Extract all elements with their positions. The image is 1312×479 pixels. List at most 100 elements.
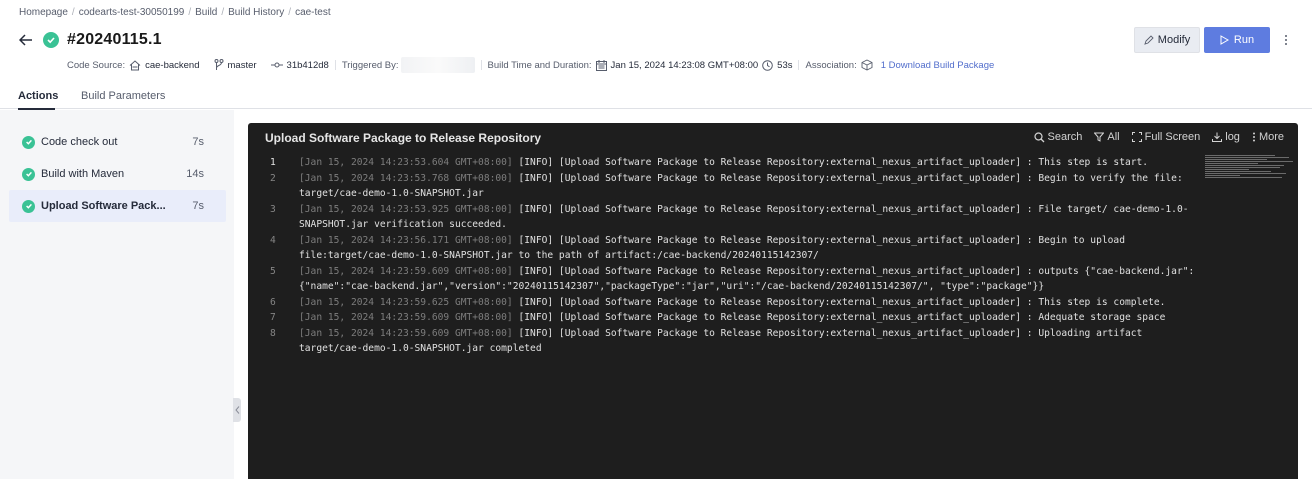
step-name: Upload Software Pack... <box>41 200 166 212</box>
branch-value: master <box>227 59 257 71</box>
tab-build-parameters[interactable]: Build Parameters <box>81 84 165 109</box>
association-label: Association: <box>805 59 857 71</box>
log-line-number: 5 <box>270 265 276 277</box>
breadcrumb-build[interactable]: Build <box>195 7 217 18</box>
play-icon <box>1220 35 1229 45</box>
step-duration: 14s <box>186 168 204 180</box>
success-check-icon <box>22 199 35 213</box>
log-message: [INFO] [Upload Software Package to Relea… <box>512 312 1166 323</box>
search-icon <box>1033 131 1044 142</box>
log-timestamp: [Jan 15, 2024 14:23:59.609 GMT+08:00] <box>299 265 513 277</box>
full-screen-label: Full Screen <box>1144 131 1201 143</box>
tab-actions[interactable]: Actions <box>18 84 58 110</box>
breadcrumb: Homepage / codearts-test-30050199/Build / Bu… <box>19 7 331 18</box>
clock-icon <box>762 59 773 71</box>
log-line: 4 [Jan 15, 2024 14:23:56.171 GMT+08:00] [… <box>266 233 1196 264</box>
log-timestamp: [Jan 15, 2024 14:23:59.609 GMT+08:00] <box>299 312 513 323</box>
more-options-icon[interactable] <box>1278 29 1294 51</box>
step-list: Code check out 7s Build with Maven 14s U… <box>9 126 226 222</box>
log-content: 1 [Jan 15, 2024 14:23:53.604 GMT+08:00] [… <box>266 155 1196 357</box>
run-button-label: Run <box>1233 34 1255 46</box>
step-name: Build with Maven <box>41 168 125 180</box>
log-more-button[interactable]: More <box>1252 131 1284 143</box>
fullscreen-icon <box>1131 132 1142 142</box>
step-code-check-out[interactable]: Code check out 7s <box>9 126 226 158</box>
log-timestamp: [Jan 15, 2024 14:23:53.768 GMT+08:00] <box>299 172 513 184</box>
full-screen-button[interactable]: Full Screen <box>1131 131 1201 143</box>
log-timestamp: [Jan 15, 2024 14:23:53.925 GMT+08:00] <box>299 203 513 215</box>
build-number: #20240115.1 <box>67 31 162 48</box>
repo-home-icon <box>129 59 141 71</box>
filter-label: All <box>1107 131 1120 143</box>
log-filter-button[interactable]: All <box>1094 131 1120 143</box>
log-toolbar: Search All Full Screen log More <box>1033 131 1284 143</box>
breadcrumb-homepage[interactable]: Homepage <box>19 7 68 18</box>
step-duration: 7s <box>192 136 204 148</box>
triggered-by-label: Triggered By: <box>341 59 399 71</box>
log-line: 3 [Jan 15, 2024 14:23:53.925 GMT+08:00] [… <box>266 202 1196 233</box>
log-timestamp: [Jan 15, 2024 14:23:59.625 GMT+08:00] <box>299 296 513 308</box>
success-check-icon <box>22 167 35 181</box>
tab-bar: Actions Build Parameters <box>0 84 1312 110</box>
log-timestamp: [Jan 15, 2024 14:23:56.171 GMT+08:00] <box>299 234 513 246</box>
breadcrumb-build-history[interactable]: Build History <box>228 7 284 18</box>
divider <box>480 60 482 70</box>
log-search-button[interactable]: Search <box>1033 131 1083 143</box>
log-line-number: 6 <box>270 296 276 308</box>
log-title: Upload Software Package to Release Repos… <box>265 131 542 145</box>
commit-value[interactable]: 31b412d8 <box>287 60 329 71</box>
breadcrumb-separator: / <box>188 7 192 18</box>
divider <box>798 60 800 70</box>
log-line: 5 [Jan 15, 2024 14:23:59.609 GMT+08:00] [… <box>266 264 1196 295</box>
breadcrumb-project[interactable]: codearts-test-30050199 <box>79 7 185 18</box>
chevron-left-icon <box>234 406 239 414</box>
log-message: [INFO] [Upload Software Package to Relea… <box>512 157 1149 168</box>
back-arrow-icon[interactable] <box>17 31 35 49</box>
log-timestamp: [Jan 15, 2024 14:23:59.609 GMT+08:00] <box>299 327 513 339</box>
edit-icon <box>1144 35 1154 45</box>
breadcrumb-current: cae-test <box>295 7 331 18</box>
download-icon <box>1212 132 1223 142</box>
log-line-number: 8 <box>270 327 276 339</box>
triggered-by-value <box>400 57 475 73</box>
log-line: 7 [Jan 15, 2024 14:23:59.609 GMT+08:00] [… <box>266 310 1196 326</box>
search-label: Search <box>1047 131 1083 143</box>
package-icon <box>861 59 873 71</box>
build-time-value: Jan 15, 2024 14:23:08 GMT+08:00 <box>610 59 759 71</box>
step-upload-software-package[interactable]: Upload Software Pack... 7s <box>9 190 226 222</box>
log-minimap[interactable] <box>1205 155 1293 187</box>
log-line: 6 [Jan 15, 2024 14:23:59.625 GMT+08:00] [… <box>266 295 1196 311</box>
download-log-button[interactable]: log <box>1212 131 1240 143</box>
duration-value: 53s <box>777 59 793 71</box>
breadcrumb-separator: / <box>288 7 292 18</box>
more-label: More <box>1258 131 1284 143</box>
success-check-icon <box>43 32 59 48</box>
modify-button[interactable]: Modify <box>1134 27 1200 53</box>
log-line-number: 7 <box>270 312 276 323</box>
commit-icon <box>270 61 283 69</box>
log-line-number: 3 <box>270 203 276 215</box>
calendar-icon <box>595 59 607 71</box>
log-line-number: 2 <box>270 172 276 184</box>
log-panel: Upload Software Package to Release Repos… <box>248 123 1298 479</box>
step-build-with-maven[interactable]: Build with Maven 14s <box>9 158 226 190</box>
download-log-label: log <box>1225 131 1240 143</box>
divider <box>334 60 336 70</box>
filter-icon <box>1094 132 1105 142</box>
log-timestamp: [Jan 15, 2024 14:23:53.604 GMT+08:00] <box>299 157 513 168</box>
log-line-number: 1 <box>270 157 276 168</box>
log-message: [INFO] [Upload Software Package to Relea… <box>512 296 1166 308</box>
build-actions: Modify Run <box>1134 27 1294 53</box>
build-time-label: Build Time and Duration: <box>487 59 592 71</box>
modify-button-label: Modify <box>1157 34 1191 46</box>
step-duration: 7s <box>192 200 204 212</box>
collapse-sidebar-handle[interactable] <box>233 398 241 422</box>
more-vertical-icon <box>1252 132 1255 142</box>
download-build-package-link[interactable]: 1 Download Build Package <box>881 60 995 71</box>
log-line: 2 [Jan 15, 2024 14:23:53.768 GMT+08:00] [… <box>266 171 1196 202</box>
run-button[interactable]: Run <box>1204 27 1270 53</box>
build-title-row: #20240115.1 <box>17 28 162 52</box>
step-name: Code check out <box>41 136 118 148</box>
code-source-label: Code Source: <box>67 59 126 71</box>
code-source-value[interactable]: cae-backend <box>145 60 199 71</box>
